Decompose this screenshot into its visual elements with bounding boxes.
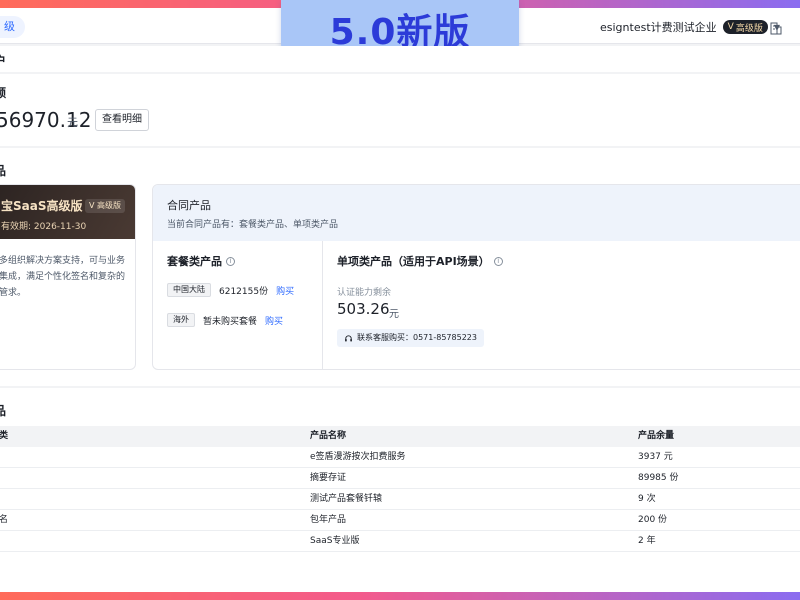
single-products-heading: 单项类产品（适用于API场景） i xyxy=(337,253,503,269)
column-header-remaining: 产品余量 xyxy=(638,431,675,441)
cell-product-name: 包年产品 xyxy=(310,515,347,525)
balance-section: 额 56970.12 元 查看明细 xyxy=(0,74,800,146)
contact-support-chip[interactable]: 联系客服购买：0571-85785223 xyxy=(337,329,484,347)
cell-remaining: 89985 份 xyxy=(638,473,679,483)
mainland-buy-link[interactable]: 购买 xyxy=(276,284,294,297)
saas-plan-name: 宝SaaS高级版 xyxy=(1,199,83,213)
info-icon[interactable]: i xyxy=(493,256,503,266)
edition-badge: V 高级版 xyxy=(722,20,768,34)
cell-remaining: 200 份 xyxy=(638,515,668,525)
account-name: esigntest计费测试企业 xyxy=(600,21,717,34)
single-products-section: 品 分类 产品名称 产品余量 e签盾漫游按次扣费服务 3937 元 餐 摘要存证… xyxy=(0,388,800,592)
cell-remaining: 3937 元 xyxy=(638,452,673,462)
contract-title: 合同产品 xyxy=(167,199,211,212)
vip-v-icon: V xyxy=(88,201,97,210)
account-switcher[interactable]: esigntest计费测试企业 V 高级版 ▼ xyxy=(600,17,780,37)
overseas-status: 暂未购买套餐 xyxy=(203,316,258,327)
bottom-gradient-border xyxy=(0,592,800,600)
cell-remaining: 9 次 xyxy=(638,494,656,504)
products-section: 品 宝SaaS高级版 V 高级版 有效期: 2026-11-30 多组织解决方案… xyxy=(0,148,800,386)
cell-product-name: 摘要存证 xyxy=(310,473,347,483)
contract-header: 合同产品 当前合同产品有：套餐类产品、单项类产品 xyxy=(153,185,800,241)
saas-plan-description: 多组织解决方案支持，可与业务集成，满足个性化签名和复杂的管求。 xyxy=(0,256,126,298)
building-icon[interactable] xyxy=(770,21,782,35)
headset-icon xyxy=(345,334,352,341)
column-header-category: 分类 xyxy=(0,431,9,441)
contract-products-card: 合同产品 当前合同产品有：套餐类产品、单项类产品 套餐类产品 i 中国大陆 62… xyxy=(152,184,800,370)
single-products-table: 分类 产品名称 产品余量 e签盾漫游按次扣费服务 3937 元 餐 摘要存证 8… xyxy=(0,426,800,552)
region-tag-overseas: 海外 xyxy=(167,313,195,327)
single-products-title: 品 xyxy=(0,404,7,418)
balance-unit: 元 xyxy=(67,116,78,129)
mainland-row: 中国大陆 6212155份 购买 xyxy=(167,283,294,297)
single-products-column: 单项类产品（适用于API场景） i 认证能力剩余 503.26 元 联系客服购买… xyxy=(323,241,800,369)
cell-product-name: e签盾漫游按次扣费服务 xyxy=(310,452,406,462)
overseas-row: 海外 暂未购买套餐 购买 xyxy=(167,313,283,327)
info-icon[interactable]: i xyxy=(226,256,235,266)
cell-product-name: 测试产品套餐钎辕 xyxy=(310,494,383,504)
vip-v-icon: V xyxy=(727,22,734,32)
overseas-buy-link[interactable]: 购买 xyxy=(265,314,283,327)
table-row: 测试产品套餐钎辕 9 次 xyxy=(0,489,800,510)
table-row: 套 SaaS专业版 2 年 xyxy=(0,531,800,552)
account-header-section: 户 xyxy=(0,46,800,72)
upgrade-button[interactable]: 级 xyxy=(0,16,25,38)
saas-plan-tag: V 高级版 xyxy=(84,199,125,213)
saas-plan-header: 宝SaaS高级版 V 高级版 有效期: 2026-11-30 xyxy=(0,185,135,239)
table-header: 分类 产品名称 产品余量 xyxy=(0,426,800,447)
remain-unit: 元 xyxy=(389,309,399,320)
package-products-column: 套餐类产品 i 中国大陆 6212155份 购买 海外 暂未购买套餐 购买 xyxy=(153,241,323,369)
cell-category: 签名 xyxy=(0,515,9,525)
package-products-title: 套餐类产品 i xyxy=(167,253,235,269)
cell-remaining: 2 年 xyxy=(638,536,656,546)
remain-label: 认证能力剩余 xyxy=(337,288,392,298)
products-title: 品 xyxy=(0,164,7,178)
view-details-button[interactable]: 查看明细 xyxy=(95,109,149,131)
contract-subtitle: 当前合同产品有：套餐类产品、单项类产品 xyxy=(167,220,339,230)
cell-product-name: SaaS专业版 xyxy=(310,536,360,546)
saas-plan-expiry: 有效期: 2026-11-30 xyxy=(1,222,87,232)
balance-title: 额 xyxy=(0,86,7,100)
column-header-product-name: 产品名称 xyxy=(310,431,347,441)
table-row: 签名 包年产品 200 份 xyxy=(0,510,800,531)
table-row: e签盾漫游按次扣费服务 3937 元 xyxy=(0,447,800,468)
saas-plan-card[interactable]: 宝SaaS高级版 V 高级版 有效期: 2026-11-30 多组织解决方案支持… xyxy=(0,184,136,370)
table-row: 餐 摘要存证 89985 份 xyxy=(0,468,800,489)
remain-value: 503.26 xyxy=(337,300,390,318)
mainland-quota: 6212155份 xyxy=(219,286,269,297)
account-header-title: 户 xyxy=(0,54,7,68)
region-tag-mainland: 中国大陆 xyxy=(167,283,211,297)
